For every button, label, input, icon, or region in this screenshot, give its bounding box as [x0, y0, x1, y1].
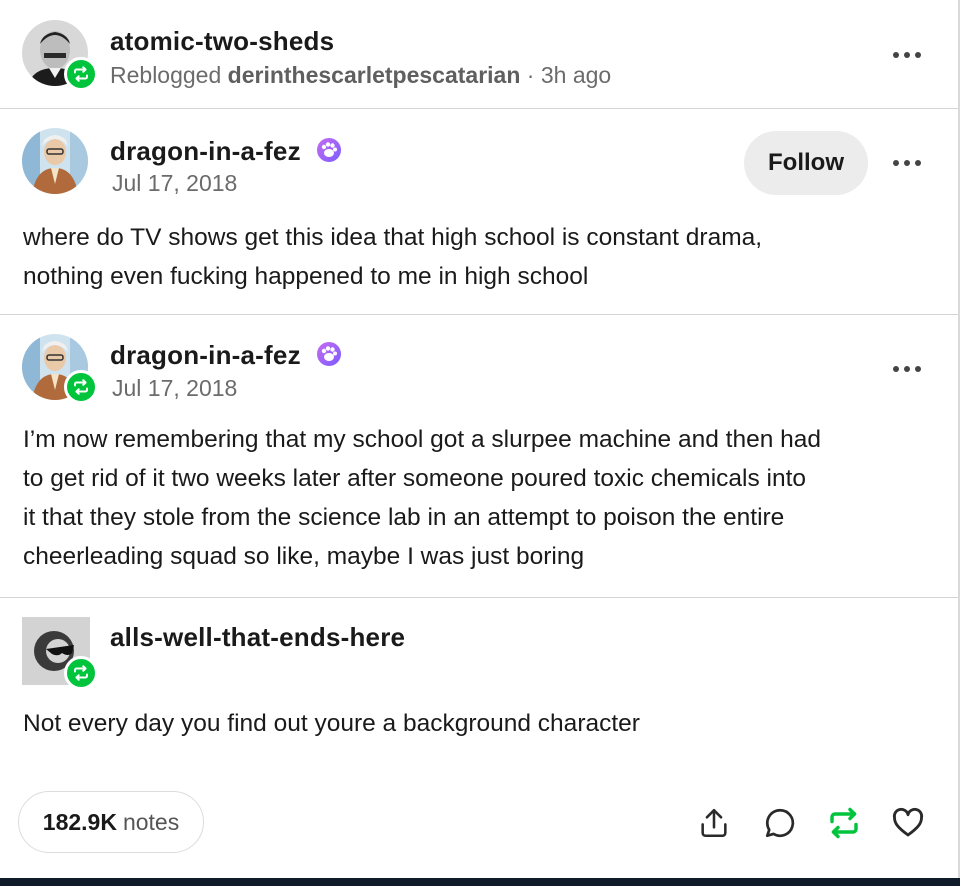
- like-icon[interactable]: [888, 803, 928, 843]
- header-more-options-button[interactable]: [887, 40, 927, 70]
- separator: [0, 108, 958, 109]
- post-1-username-text[interactable]: dragon-in-a-fez: [110, 136, 301, 166]
- post-2-username[interactable]: dragon-in-a-fez: [110, 340, 342, 374]
- notes-label: notes: [122, 808, 180, 835]
- reply-icon[interactable]: [760, 803, 800, 843]
- notes-button[interactable]: 182.9K notes: [18, 791, 204, 853]
- post-3-username[interactable]: alls-well-that-ends-here: [110, 622, 405, 653]
- post-1-username[interactable]: dragon-in-a-fez: [110, 136, 342, 170]
- post-2-username-text[interactable]: dragon-in-a-fez: [110, 340, 301, 370]
- reblog-badge-icon: [64, 57, 98, 91]
- reblog-info: Reblogged derinthescarletpescatarian · 3…: [110, 62, 611, 89]
- bottom-edge-bar: [0, 878, 960, 886]
- post-time: · 3h ago: [526, 62, 612, 88]
- post-1-body: where do TV shows get this idea that hig…: [23, 218, 762, 296]
- separator: [0, 597, 958, 598]
- post-1-more-options-button[interactable]: [887, 148, 927, 178]
- reblogger-username[interactable]: atomic-two-sheds: [110, 26, 334, 57]
- reblog-icon[interactable]: [824, 803, 864, 843]
- reblog-badge-icon: [64, 656, 98, 690]
- post-2-text-line: cheerleading squad so like, maybe I was …: [23, 543, 585, 570]
- post-2-text-line: it that they stole from the science lab …: [23, 504, 785, 531]
- notes-count: 182.9K: [42, 808, 117, 835]
- post-2-text-line: I’m now remembering that my school got a…: [23, 426, 822, 453]
- post-2-more-options-button[interactable]: [887, 354, 927, 384]
- post-3-text-line: Not every day you find out youre a backg…: [23, 710, 640, 737]
- post-1-text-line: where do TV shows get this idea that hig…: [23, 224, 763, 251]
- post-card: atomic-two-sheds Reblogged derinthescarl…: [0, 0, 960, 878]
- post-2-date[interactable]: Jul 17, 2018: [112, 375, 237, 402]
- separator: [0, 314, 958, 315]
- post-3-body: Not every day you find out youre a backg…: [23, 704, 640, 743]
- reblogged-prefix: Reblogged: [110, 62, 222, 88]
- paw-badge-icon: [316, 341, 342, 374]
- post-1-text-line: nothing even fucking happened to me in h…: [23, 263, 589, 290]
- post-1-date[interactable]: Jul 17, 2018: [112, 170, 237, 197]
- follow-button[interactable]: Follow: [744, 131, 868, 195]
- post-2-body: I’m now remembering that my school got a…: [23, 420, 821, 576]
- post-2-text-line: to get rid of it two weeks later after s…: [23, 465, 807, 492]
- reblog-badge-icon: [64, 370, 98, 404]
- share-icon[interactable]: [694, 803, 734, 843]
- paw-badge-icon: [316, 137, 342, 170]
- avatar-dragon-in-a-fez[interactable]: [22, 128, 88, 194]
- reblogged-from-link[interactable]: derinthescarletpescatarian: [228, 62, 521, 88]
